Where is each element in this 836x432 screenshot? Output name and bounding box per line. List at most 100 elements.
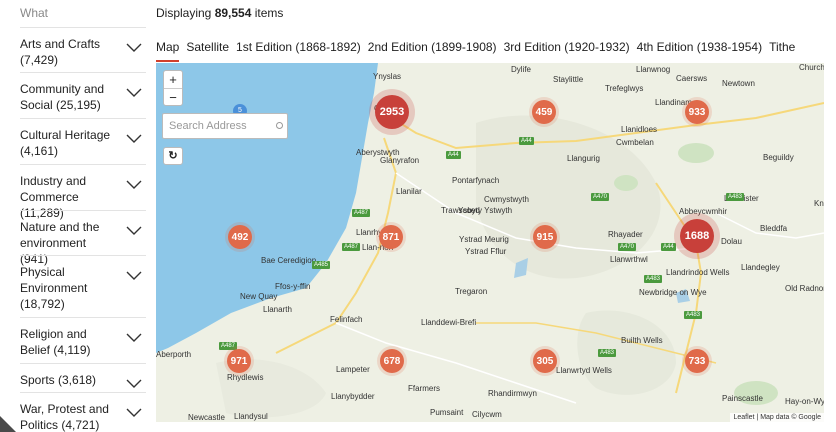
facet-label: Physical Environment (18,792) [20,265,88,311]
tab-satellite[interactable]: Satellite [186,40,229,54]
place-label: Trefeglwys [605,84,644,93]
road-shield: A483 [726,193,745,201]
zoom-out-button[interactable]: − [164,88,182,105]
map-view[interactable]: Ynyslas Dylife Staylittle Llanwnog Caersws Ne… [156,63,824,422]
place-label: Llanilar [396,187,422,196]
facet-heading: What [20,6,49,20]
place-label: Knig [814,199,824,208]
place-label: Rhydlewis [227,373,264,382]
place-label: Cwmystwyth [484,195,529,204]
place-label: Aberporth [156,350,192,359]
corner-decoration [0,414,16,432]
place-label: Ynyslas [373,72,402,81]
result-count: Displaying 89,554 items [156,6,283,20]
cluster-marker[interactable]: 1688 [680,219,714,253]
cluster-marker[interactable]: 678 [380,349,404,373]
place-label: Caersws [676,74,708,83]
cluster-marker[interactable]: 933 [685,100,709,124]
chevron-down-icon[interactable] [126,330,142,342]
chevron-down-icon[interactable] [126,131,142,143]
road-shield: A485 [312,261,331,269]
place-label: Llanybydder [331,392,375,401]
facet-item[interactable]: Arts and Crafts (7,429) [20,27,146,72]
cluster-marker[interactable]: 305 [533,349,557,373]
facet-item[interactable]: Community and Social (25,195) [20,72,146,118]
facet-label: Community and Social (25,195) [20,82,105,112]
zoom-in-button[interactable]: + [164,71,182,88]
facet-item[interactable]: Religion and Belief (4,119) [20,317,146,363]
cluster-marker[interactable]: 492 [228,225,252,249]
facet-item[interactable]: Physical Environment (18,792) [20,255,146,317]
address-search [162,113,288,139]
tab-edition-4[interactable]: 3rd Edition (1920-1932) [504,40,630,54]
facet-item[interactable]: Cultural Heritage (4,161) [20,118,146,164]
facet-label: Arts and Crafts (7,429) [20,37,101,67]
place-label: Pumsaint [430,408,464,417]
place-label: Old Radnor [785,284,824,293]
place-label: Beguildy [763,153,794,162]
place-label: Glanyrafon [380,156,420,165]
zoom-control: + − [163,70,183,106]
road-shield: A44 [661,243,676,251]
place-label: Lampeter [336,365,370,374]
search-circle-icon [276,122,283,129]
chevron-down-icon[interactable] [126,85,142,97]
place-label: Ysbyty Ystwyth [458,206,513,215]
chevron-down-icon[interactable] [126,40,142,52]
count-prefix: Displaying [156,6,212,20]
refresh-icon[interactable]: ↻ [163,147,183,165]
place-label: Ffarmers [408,384,440,393]
place-label: Llanwnog [636,65,671,74]
place-label: Newtown [722,79,755,88]
road-shield: A483 [644,275,663,283]
facet-sidebar: What Arts and Crafts (7,429) Community an… [0,0,156,432]
chevron-down-icon[interactable] [126,177,142,189]
map-attribution[interactable]: Leaflet | Map data © Google [730,413,824,422]
tab-edition-2[interactable]: 1st Edition (1868-1892) [236,40,361,54]
tab-edition-6[interactable]: Tithe [769,40,795,54]
count-suffix: items [254,6,284,20]
cluster-marker[interactable]: 459 [532,100,556,124]
cluster-marker[interactable]: 915 [533,225,557,249]
road-shield: A44 [519,137,534,145]
place-label: Pontarfynach [452,176,500,185]
chevron-down-icon[interactable] [126,268,142,280]
count-value: 89,554 [214,6,252,20]
place-label: Builth Wells [621,336,663,345]
road-shield: A483 [684,311,703,319]
place-label: Llanarth [263,305,292,314]
facet-item[interactable]: Sports (3,618) [20,363,146,392]
facet-label: Cultural Heritage (4,161) [20,128,111,158]
cluster-marker[interactable]: 733 [685,349,709,373]
chevron-down-icon[interactable] [126,405,142,417]
place-label: Llangurig [567,154,600,163]
place-label: Bleddfa [760,224,788,233]
chevron-down-icon[interactable] [126,223,142,235]
place-label: Llanddewi-Brefi [421,318,477,327]
tab-edition-5[interactable]: 4th Edition (1938-1954) [637,40,762,54]
road-shield: A470 [618,243,637,251]
place-label: Dylife [511,65,532,74]
place-label: Llanidloes [621,125,658,134]
cluster-marker[interactable]: 2953 [375,95,409,129]
road-shield: A487 [352,209,371,217]
tab-edition-3[interactable]: 2nd Edition (1899-1908) [368,40,497,54]
address-search-input[interactable] [163,114,271,138]
road-shield: A470 [591,193,610,201]
cluster-marker[interactable]: 971 [227,349,251,373]
facet-item[interactable]: Industry and Commerce (11,289) [20,164,146,220]
place-label: Bae Ceredigion [261,256,317,265]
place-label: Dolau [721,237,742,246]
cluster-marker[interactable]: 871 [379,225,403,249]
place-label: Newbridge on Wye [639,288,707,297]
place-label: Llanwrthwl [610,255,648,264]
place-label: Llandegley [741,263,780,272]
tab-map[interactable]: Map [156,40,180,62]
place-label: Ystrad Meurig [459,235,509,244]
chevron-down-icon[interactable] [126,376,142,388]
facet-item[interactable]: Nature and the environment (941) [20,210,146,266]
facet-label: War, Protest and Politics (4,721) [20,402,109,432]
place-label: New Quay [240,292,278,301]
facet-item[interactable]: War, Protest and Politics (4,721) [20,392,146,432]
map-layer-tabs: Map Satellite 1st Edition (1868-1892) 2nd E… [156,38,802,62]
